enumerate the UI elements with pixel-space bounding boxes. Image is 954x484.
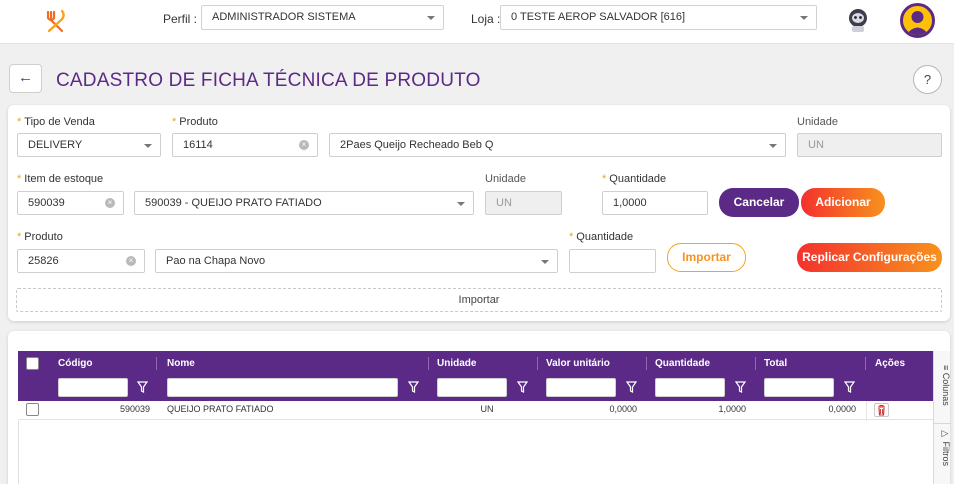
side-tab-divider (934, 423, 951, 424)
import-button[interactable]: Importar (667, 243, 746, 272)
quantidade2-input[interactable] (569, 249, 656, 273)
column-divider[interactable] (156, 357, 157, 370)
perfil-select[interactable]: ADMINISTRADOR SISTEMA (201, 5, 444, 30)
fork-knife-icon[interactable] (42, 8, 68, 34)
loja-value: 0 TESTE AEROP SALVADOR [616] (511, 11, 686, 23)
select-all-checkbox[interactable] (26, 357, 39, 370)
arrow-left-icon: ← (18, 69, 33, 86)
user-avatar-icon[interactable] (900, 3, 935, 38)
top-bar: Perfil : ADMINISTRADOR SISTEMA Loja : 0 … (0, 0, 954, 44)
cell-unidade: UN (480, 404, 494, 414)
grid-header: Código Nome Unidade Valor unitário Quant… (18, 351, 933, 401)
col-header-quantidade[interactable]: Quantidade (655, 351, 710, 376)
cell-total: 0,0000 (828, 404, 856, 414)
col-header-acoes: Ações (875, 358, 906, 369)
help-button[interactable]: ? (913, 65, 942, 94)
cancel-button[interactable]: Cancelar (719, 188, 799, 217)
clear-icon[interactable]: × (126, 256, 136, 266)
perfil-value: ADMINISTRADOR SISTEMA (212, 11, 356, 23)
astronaut-icon[interactable] (846, 7, 870, 33)
column-divider[interactable] (755, 357, 756, 370)
delete-row-button[interactable] (874, 403, 889, 417)
user-silhouette-icon (906, 11, 929, 35)
produto-code-input[interactable]: 16114 × (172, 133, 318, 157)
column-divider (866, 401, 867, 421)
produto-name-select[interactable]: 2Paes Queijo Recheado Beb Q (329, 133, 786, 157)
filter-quantidade-input[interactable] (655, 378, 725, 397)
produto2-label: * Produto (17, 231, 63, 243)
trash-icon (878, 404, 885, 416)
item-unidade-label: Unidade (485, 173, 526, 185)
col-header-valor-unitario[interactable]: Valor unitário (546, 351, 610, 376)
import-area[interactable]: Importar (16, 288, 942, 312)
clear-icon[interactable]: × (299, 140, 309, 150)
col-header-nome[interactable]: Nome (167, 351, 195, 376)
column-divider[interactable] (537, 357, 538, 370)
chevron-down-icon (457, 202, 465, 206)
col-header-unidade[interactable]: Unidade (437, 351, 476, 376)
chevron-down-icon (427, 16, 435, 20)
produto-label: * Produto (172, 116, 218, 128)
table-row[interactable]: 590039 QUEIJO PRATO FATIADO UN 0,0000 1,… (18, 401, 933, 421)
tipo-venda-select[interactable]: DELIVERY (17, 133, 161, 157)
add-button[interactable]: Adicionar (801, 188, 885, 217)
item-name-select[interactable]: 590039 - QUEIJO PRATO FATIADO (134, 191, 474, 215)
loja-label: Loja : (471, 12, 501, 26)
filter-icon[interactable] (735, 381, 746, 393)
grid-body (18, 421, 933, 484)
unidade-field: UN (797, 133, 942, 157)
columns-icon: ≡ (941, 365, 951, 373)
item-code-input[interactable]: 590039 × (17, 191, 124, 215)
filter-icon[interactable] (408, 381, 419, 393)
filter-nome-input[interactable] (167, 378, 398, 397)
clear-icon[interactable]: × (105, 198, 115, 208)
filter-unidade-input[interactable] (437, 378, 507, 397)
chevron-down-icon (800, 16, 808, 20)
product-sheet-form: * Tipo de Venda DELIVERY * Produto 16114 ×… (8, 105, 950, 321)
filter-icon[interactable] (517, 381, 528, 393)
column-divider[interactable] (865, 357, 866, 370)
quantidade2-label: * Quantidade (569, 231, 634, 243)
filter-icon[interactable] (137, 381, 148, 393)
filter-total-input[interactable] (764, 378, 834, 397)
produto2-name-select[interactable]: Pao na Chapa Novo (155, 249, 558, 273)
produto2-code-input[interactable]: 25826 × (17, 249, 145, 273)
chevron-down-icon (541, 260, 549, 264)
cell-codigo: 590039 (119, 404, 150, 414)
tipo-venda-label: * Tipo de Venda (17, 116, 95, 128)
columns-tab[interactable]: ≡ Colunas (935, 365, 951, 435)
unidade-label: Unidade (797, 116, 838, 128)
back-button[interactable]: ← (9, 64, 42, 93)
chevron-down-icon (769, 144, 777, 148)
quantidade-label: * Quantidade (602, 173, 667, 185)
filter-valor-unitario-input[interactable] (546, 378, 616, 397)
col-header-total[interactable]: Total (764, 351, 787, 376)
column-divider[interactable] (428, 357, 429, 370)
cell-nome: QUEIJO PRATO FATIADO (167, 404, 274, 414)
cell-valor-unitario: 0,0000 (609, 404, 637, 414)
page-title: CADASTRO DE FICHA TÉCNICA DE PRODUTO (56, 70, 481, 91)
item-estoque-label: * Item de estoque (17, 173, 104, 185)
items-grid-card: Código Nome Unidade Valor unitário Quant… (8, 331, 951, 484)
chevron-down-icon (144, 144, 152, 148)
quantidade-input[interactable]: 1,0000 (602, 191, 708, 215)
filter-icon[interactable] (844, 381, 855, 393)
cell-quantidade: 1,0000 (718, 404, 746, 414)
filter-codigo-input[interactable] (58, 378, 128, 397)
col-header-codigo[interactable]: Código (58, 351, 92, 376)
item-unidade-field: UN (485, 191, 562, 215)
loja-select[interactable]: 0 TESTE AEROP SALVADOR [616] (500, 5, 817, 30)
perfil-label: Perfil : (163, 12, 198, 26)
column-divider[interactable] (646, 357, 647, 370)
filter-funnel-icon: ▷ (941, 429, 951, 442)
row-checkbox[interactable] (26, 403, 39, 416)
grid-side-toolbar: ≡ Colunas ▷ Filtros (933, 351, 951, 484)
filter-icon[interactable] (626, 381, 637, 393)
replicate-config-button[interactable]: Replicar Configurações (797, 243, 942, 272)
filters-tab[interactable]: ▷ Filtros (935, 429, 951, 484)
